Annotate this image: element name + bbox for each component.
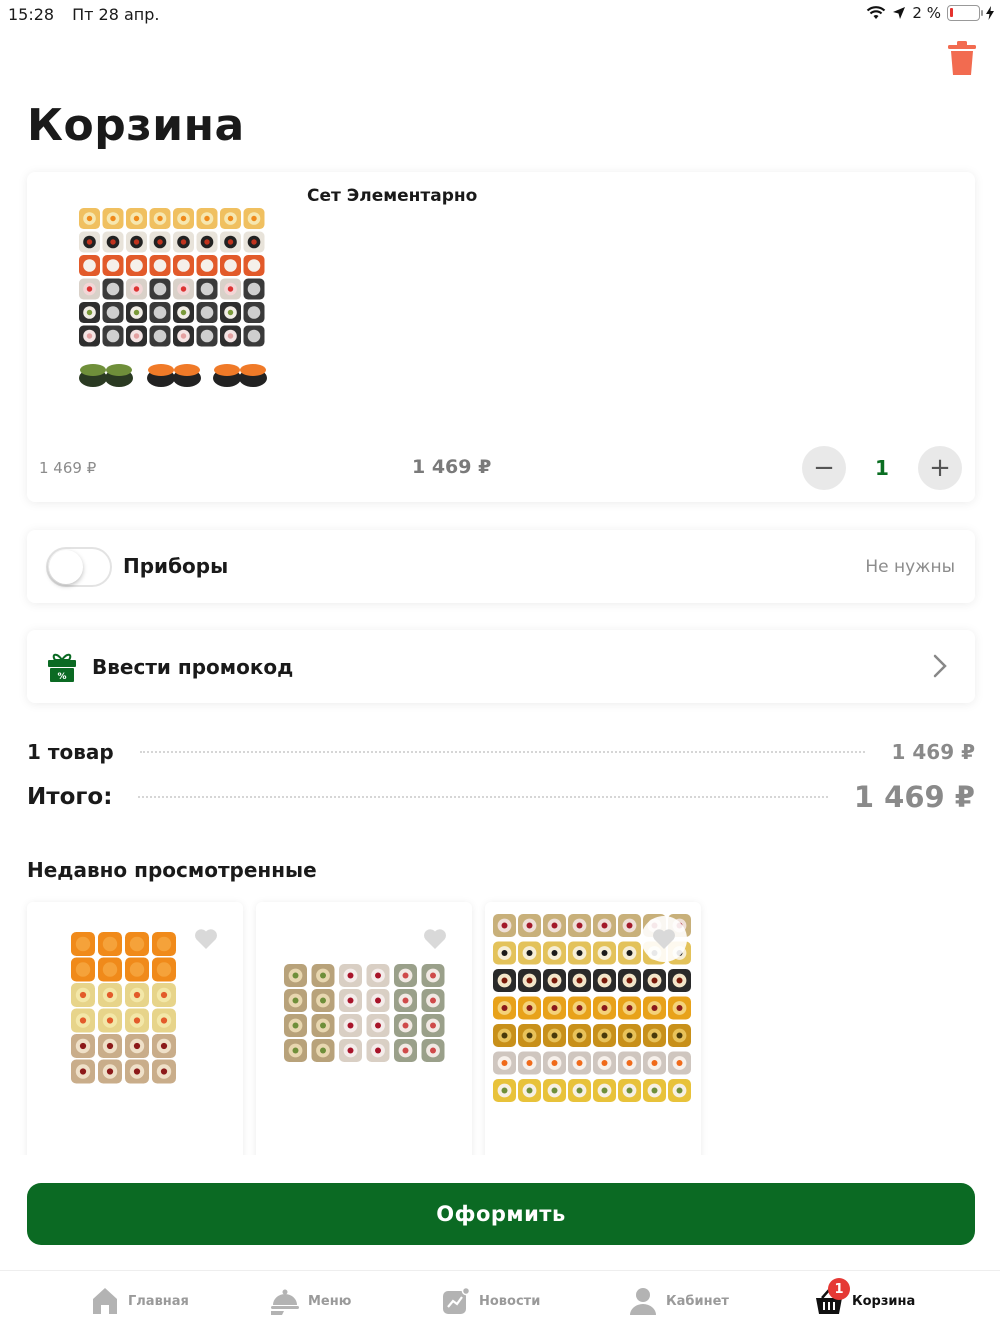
tab-news[interactable]: Новости xyxy=(441,1286,540,1316)
cutlery-state: Не нужны xyxy=(865,557,955,577)
tab-label: Новости xyxy=(479,1293,541,1309)
total-value: 1 469 ₽ xyxy=(853,780,975,814)
cloche-icon xyxy=(271,1289,299,1315)
favorite-heart-icon[interactable] xyxy=(183,916,229,962)
tab-home[interactable]: Главная xyxy=(90,1286,189,1316)
favorite-heart-icon[interactable] xyxy=(641,916,687,962)
tab-label: Меню xyxy=(308,1293,352,1309)
quantity-value: 1 xyxy=(875,456,889,480)
increase-quantity-button[interactable]: + xyxy=(918,446,962,490)
tab-bar: Главная Меню Новости Кабинет 1 Корзина xyxy=(0,1270,1000,1334)
total-row: Итого: 1 469 ₽ xyxy=(27,780,975,814)
status-bar: 15:28 Пт 28 апр. 2 % xyxy=(0,0,1000,30)
promo-label: Ввести промокод xyxy=(92,655,294,679)
total-label: Итого: xyxy=(27,784,113,810)
cutlery-label: Приборы xyxy=(123,554,229,578)
cutlery-row: Приборы Не нужны xyxy=(27,530,975,603)
tab-account[interactable]: Кабинет xyxy=(628,1286,729,1316)
person-icon xyxy=(630,1288,656,1315)
items-count-label: 1 товар xyxy=(27,740,114,764)
cutlery-toggle[interactable] xyxy=(46,547,112,587)
page-title: Корзина xyxy=(27,100,245,151)
promo-code-row[interactable]: % Ввести промокод xyxy=(27,630,975,703)
location-arrow-icon xyxy=(893,7,906,19)
product-image xyxy=(284,964,445,1062)
cart-item-card: Сет Элементарно 1 469 ₽ 1 469 ₽ − 1 + xyxy=(27,172,975,502)
trash-icon[interactable] xyxy=(948,40,976,76)
battery-percent: 2 % xyxy=(912,4,941,22)
items-subtotal: 1 469 ₽ xyxy=(891,740,975,764)
recent-product-card[interactable] xyxy=(256,902,472,1172)
tab-cart[interactable]: 1 Корзина xyxy=(814,1278,916,1316)
charging-icon xyxy=(986,6,994,20)
favorite-heart-icon[interactable] xyxy=(412,916,458,962)
news-icon xyxy=(443,1286,471,1314)
gift-icon: % xyxy=(48,653,76,682)
cart-count-badge: 1 xyxy=(828,1278,850,1300)
status-date: Пт 28 апр. xyxy=(72,5,160,24)
checkout-button[interactable]: Оформить xyxy=(27,1183,975,1245)
svg-text:%: % xyxy=(57,672,66,682)
checkout-area: Оформить xyxy=(0,1155,1000,1270)
tab-label: Кабинет xyxy=(666,1293,729,1309)
tab-label: Главная xyxy=(128,1293,189,1309)
battery-icon xyxy=(947,5,983,21)
recent-product-card[interactable] xyxy=(27,902,243,1172)
home-icon xyxy=(93,1288,117,1314)
product-image[interactable] xyxy=(79,208,267,398)
tab-menu[interactable]: Меню xyxy=(270,1286,351,1316)
item-total-price: 1 469 ₽ xyxy=(412,456,492,478)
recent-product-card[interactable] xyxy=(485,902,701,1172)
items-summary-row: 1 товар 1 469 ₽ xyxy=(27,740,975,764)
recent-title: Недавно просмотренные xyxy=(27,858,317,882)
item-unit-price: 1 469 ₽ xyxy=(39,459,97,477)
tab-label: Корзина xyxy=(852,1293,916,1309)
chevron-right-icon xyxy=(933,654,947,678)
status-time: 15:28 xyxy=(8,5,55,24)
wifi-icon xyxy=(867,6,886,19)
decrease-quantity-button[interactable]: − xyxy=(802,446,846,490)
product-image xyxy=(71,932,176,1084)
item-name[interactable]: Сет Элементарно xyxy=(307,186,477,206)
